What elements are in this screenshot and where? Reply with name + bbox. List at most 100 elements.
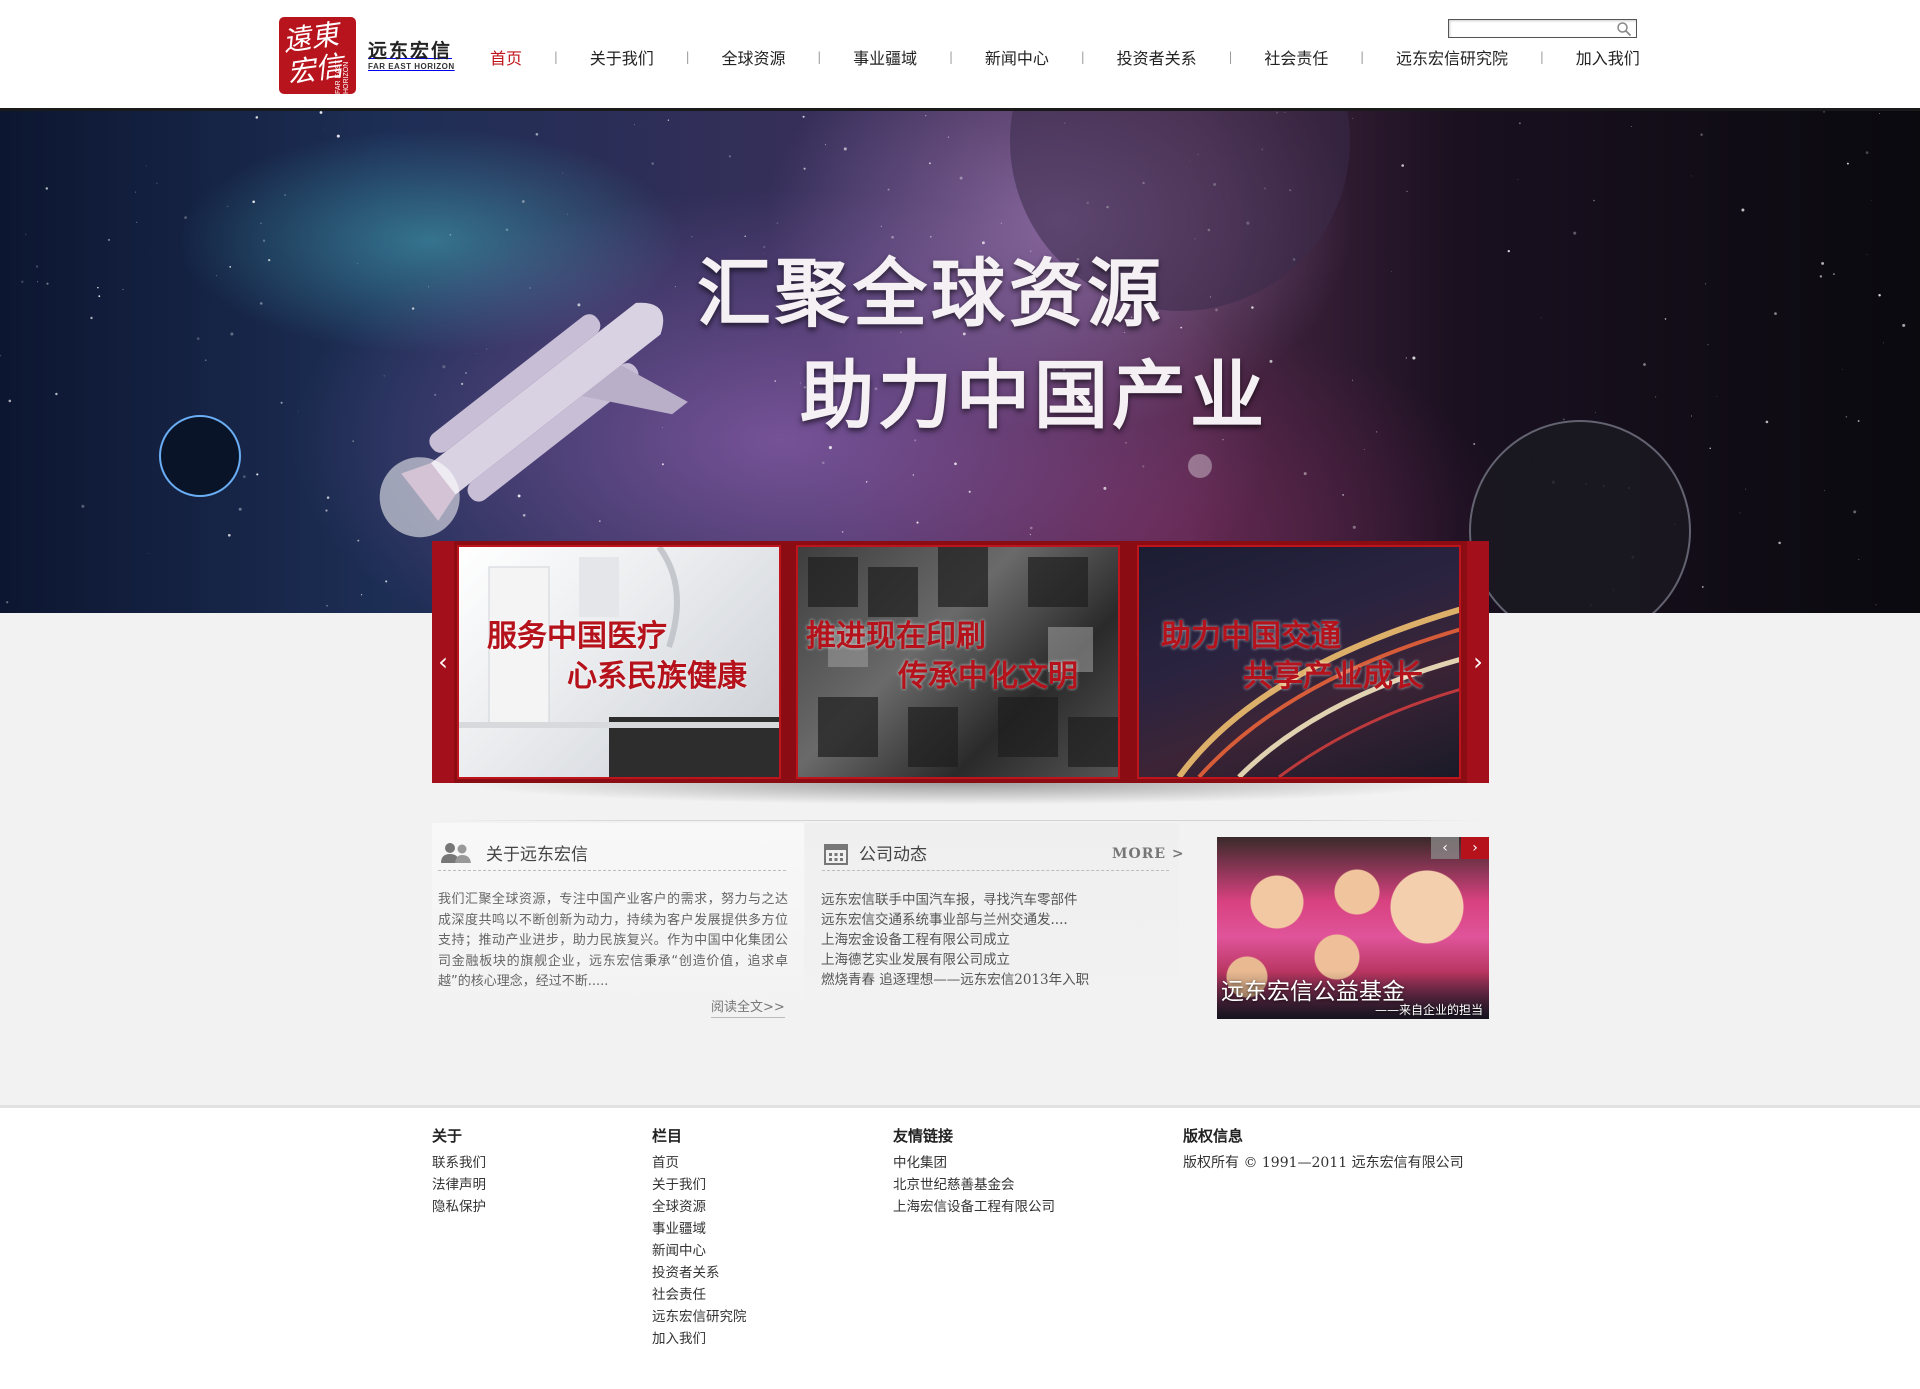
slide-caption-line2: 心系民族健康 — [567, 659, 747, 694]
search-icon[interactable] — [1616, 21, 1632, 37]
footer-link[interactable]: 投资者关系 — [652, 1265, 720, 1281]
site-header: 遠東宏信 FAR EAST HORIZON 远东宏信 FAR EAST HORI… — [0, 0, 1920, 111]
carousel-shadow — [460, 783, 1460, 805]
site-footer: 关于 联系我们 法律声明 隐私保护 栏目 首页 关于我们 全球资源 事业疆域 新… — [0, 1105, 1920, 1389]
slide-caption-line2: 传承中化文明 — [898, 659, 1078, 694]
main-nav: 首页 | 关于我们 | 全球资源 | 事业疆域 | 新闻中心 | 投资者关系 |… — [490, 45, 1640, 69]
banner-slogan-line2: 助力中国产业 — [800, 353, 1268, 439]
search-input[interactable] — [1449, 23, 1617, 41]
footer-about-column: 关于 联系我们 法律声明 隐私保护 — [432, 1125, 486, 1218]
charity-next-button[interactable]: › — [1461, 837, 1489, 859]
news-item: 远东宏信交通系统事业部与兰州交通发.... — [821, 910, 1141, 930]
nav-news[interactable]: 新闻中心 — [985, 45, 1049, 69]
nav-research-institute[interactable]: 远东宏信研究院 — [1396, 45, 1508, 69]
footer-copyright-column: 版权信息 版权所有 © 1991—2011 远东宏信有限公司 — [1183, 1125, 1464, 1174]
footer-link[interactable]: 远东宏信研究院 — [652, 1309, 747, 1325]
hero-banner: 汇聚全球资源 助力中国产业 — [0, 111, 1920, 613]
news-title-rule — [822, 870, 1169, 871]
footer-link-privacy[interactable]: 隐私保护 — [432, 1199, 486, 1215]
nav-separator: | — [1228, 50, 1233, 64]
news-item-link[interactable]: 上海宏金设备工程有限公司成立 — [821, 932, 1010, 948]
footer-column-title: 栏目 — [652, 1127, 683, 1145]
nav-separator: | — [1360, 50, 1365, 64]
slide-caption-line2: 共享产业成长 — [1243, 659, 1423, 694]
footer-friend-link[interactable]: 上海宏信设备工程有限公司 — [893, 1199, 1055, 1215]
brand-name-en: FAR EAST HORIZON — [368, 61, 455, 71]
footer-link[interactable]: 加入我们 — [652, 1331, 706, 1347]
news-item-link[interactable]: 燃烧青春 追逐理想——远东宏信2013年入职 — [821, 972, 1089, 988]
chevron-right-icon: › — [1472, 840, 1478, 856]
chevron-right-icon: › — [1473, 648, 1483, 676]
nav-separator: | — [1539, 50, 1544, 64]
logo-seal-en: FAR EAST HORIZON — [335, 60, 350, 94]
search-box — [1448, 19, 1637, 41]
footer-link[interactable]: 事业疆域 — [652, 1221, 706, 1237]
logo-text: 远东宏信 FAR EAST HORIZON — [368, 40, 455, 72]
nav-home[interactable]: 首页 — [490, 45, 522, 69]
footer-link[interactable]: 全球资源 — [652, 1199, 706, 1215]
nav-join-us[interactable]: 加入我们 — [1576, 45, 1640, 69]
copyright-text: 版权所有 © 1991—2011 远东宏信有限公司 — [1183, 1155, 1464, 1171]
slide-caption-line1: 服务中国医疗 — [487, 619, 667, 654]
footer-friend-link[interactable]: 中化集团 — [893, 1155, 947, 1171]
footer-link-legal[interactable]: 法律声明 — [432, 1177, 486, 1193]
footer-link[interactable]: 新闻中心 — [652, 1243, 706, 1259]
nav-separator: | — [685, 50, 690, 64]
footer-column-title: 友情链接 — [893, 1127, 954, 1145]
chevron-left-icon: ‹ — [1442, 840, 1448, 856]
about-heading: 关于远东宏信 — [440, 840, 588, 865]
nav-separator: | — [553, 50, 558, 64]
news-item-link[interactable]: 远东宏信联手中国汽车报，寻找汽车零部件 — [821, 892, 1078, 908]
nav-business[interactable]: 事业疆域 — [853, 45, 917, 69]
footer-column-title: 关于 — [432, 1127, 463, 1145]
footer-link[interactable]: 关于我们 — [652, 1177, 706, 1193]
planet-small — [159, 415, 241, 497]
charity-prev-button[interactable]: ‹ — [1431, 837, 1459, 859]
nav-investors[interactable]: 投资者关系 — [1117, 45, 1197, 69]
nav-separator: | — [1080, 50, 1085, 64]
news-item-link[interactable]: 上海德艺实业发展有限公司成立 — [821, 952, 1010, 968]
footer-sections-column: 栏目 首页 关于我们 全球资源 事业疆域 新闻中心 投资者关系 社会责任 远东宏… — [652, 1125, 747, 1350]
about-title-rule — [438, 870, 786, 871]
about-title: 关于远东宏信 — [486, 845, 588, 865]
news-item-link[interactable]: 远东宏信交通系统事业部与兰州交通发.... — [821, 912, 1068, 928]
footer-friend-links-column: 友情链接 中化集团 北京世纪慈善基金会 上海宏信设备工程有限公司 — [893, 1125, 1055, 1218]
chevron-left-icon: ‹ — [438, 648, 448, 676]
news-title: 公司动态 — [859, 845, 927, 865]
brand-name-cn: 远东宏信 — [368, 39, 453, 62]
slide-caption-line1: 推进现在印刷 — [806, 619, 986, 654]
nav-global-resources[interactable]: 全球资源 — [721, 45, 785, 69]
footer-friend-link[interactable]: 北京世纪慈善基金会 — [893, 1177, 1015, 1193]
carousel-next-button[interactable]: › — [1467, 541, 1489, 783]
footer-link[interactable]: 首页 — [652, 1155, 679, 1171]
news-item: 上海宏金设备工程有限公司成立 — [821, 930, 1141, 950]
nav-about[interactable]: 关于我们 — [590, 45, 654, 69]
charity-subtitle: ——来自企业的担当 — [1374, 1003, 1483, 1017]
news-item: 上海德艺实业发展有限公司成立 — [821, 950, 1141, 970]
people-icon — [441, 842, 471, 863]
carousel-slide-medical[interactable]: 服务中国医疗 心系民族健康 — [457, 545, 781, 779]
carousel-prev-button[interactable]: ‹ — [432, 541, 454, 783]
news-list: 远东宏信联手中国汽车报，寻找汽车零部件 远东宏信交通系统事业部与兰州交通发...… — [821, 890, 1141, 990]
charity-fund-banner[interactable]: ‹ › 远东宏信公益基金 ——来自企业的担当 — [1217, 837, 1489, 1019]
news-heading: 公司动态 — [823, 840, 927, 865]
carousel-slide-transport[interactable]: 助力中国交通 共享产业成长 — [1137, 545, 1461, 779]
logo-seal: 遠東宏信 FAR EAST HORIZON — [279, 17, 356, 94]
nav-separator: | — [949, 50, 954, 64]
footer-link-contact[interactable]: 联系我们 — [432, 1155, 486, 1171]
nav-separator: | — [817, 50, 822, 64]
slide-caption-line1: 助力中国交通 — [1161, 619, 1341, 654]
industry-carousel: ‹ 服务中国医疗 心系民族健康 推进现在印刷 传承中化文明 助力中国交通 共享产… — [432, 541, 1489, 783]
nav-social-responsibility[interactable]: 社会责任 — [1264, 45, 1328, 69]
calendar-icon — [824, 843, 848, 865]
carousel-slide-printing[interactable]: 推进现在印刷 传承中化文明 — [796, 545, 1120, 779]
site-logo[interactable]: 遠東宏信 FAR EAST HORIZON 远东宏信 FAR EAST HORI… — [279, 17, 455, 94]
about-summary: 我们汇聚全球资源，专注中国产业客户的需求，努力与之达成深度共鸣以不断创新为动力，… — [438, 892, 788, 989]
planet-right — [1469, 420, 1691, 613]
footer-column-title: 版权信息 — [1183, 1127, 1244, 1145]
section-divider — [432, 820, 1489, 821]
footer-link[interactable]: 社会责任 — [652, 1287, 706, 1303]
news-more-link[interactable]: MORE > — [1112, 846, 1185, 862]
read-more-link[interactable]: 阅读全文>> — [711, 999, 785, 1018]
news-item: 远东宏信联手中国汽车报，寻找汽车零部件 — [821, 890, 1141, 910]
